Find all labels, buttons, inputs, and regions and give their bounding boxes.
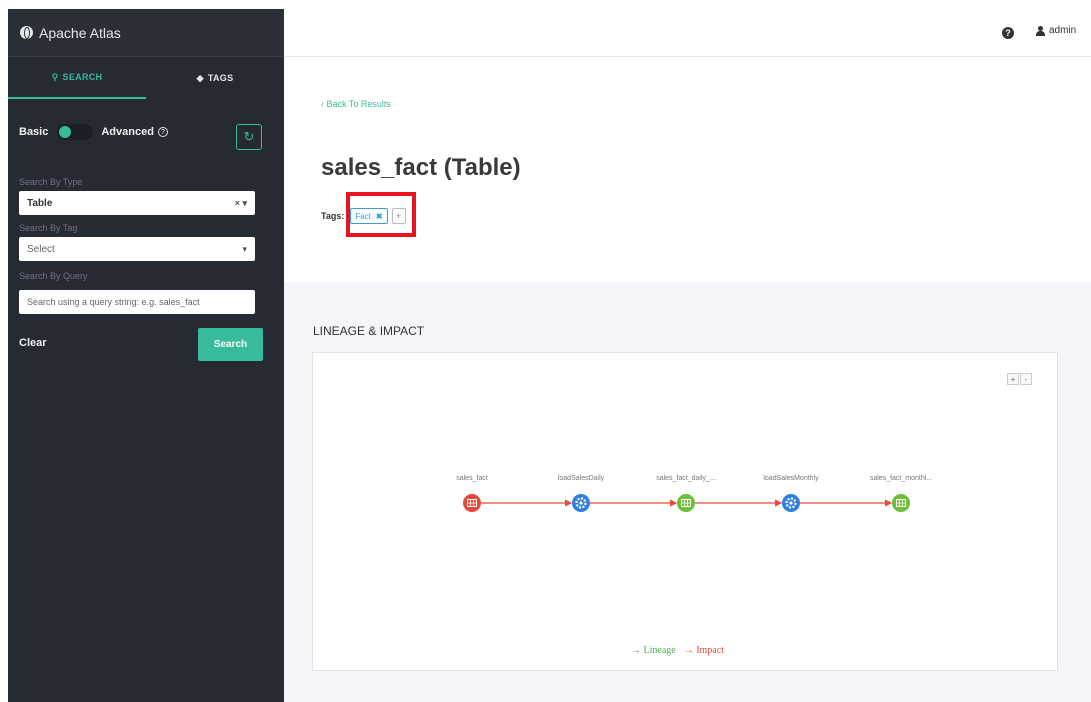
lineage-node-label: sales_fact_daily_... [656, 475, 716, 482]
lineage-title: LINEAGE & IMPACT [313, 324, 425, 338]
clear-button[interactable]: Clear [19, 337, 47, 349]
lineage-node-table[interactable]: sales_fact [456, 475, 488, 512]
search-button[interactable]: Search [198, 328, 263, 361]
lineage-node-label: sales_fact [456, 475, 488, 482]
query-input[interactable]: Search using a query string: e.g. sales_… [19, 290, 255, 314]
tag-icon: ◆ [196, 72, 204, 83]
lineage-legend: → Lineage → Impact [631, 645, 724, 656]
tab-tags-label: TAGS [207, 73, 234, 83]
lineage-node-process[interactable]: loadSalesDaily [558, 475, 605, 512]
tag-select[interactable]: Select ▾ [19, 237, 255, 261]
tag-select-placeholder: Select [27, 243, 55, 255]
tab-search-label: SEARCH [62, 72, 103, 82]
search-mode: Basic Advanced ? [19, 120, 269, 144]
lineage-node-label: loadSalesMonthly [763, 475, 819, 482]
search-by-query-label: Search By Query [19, 271, 88, 281]
tab-tags[interactable]: ◆ TAGS [146, 57, 284, 99]
back-to-results-link[interactable]: ‹ Back To Results [321, 99, 391, 109]
page-title: sales_fact (Table) [321, 154, 521, 181]
help-icon[interactable]: ? [157, 127, 168, 137]
lineage-panel: + - sales_fact loadSalesDaily sales_fact_d… [312, 352, 1058, 671]
chevron-down-icon: ▾ [242, 243, 247, 254]
toggle-knob [59, 126, 72, 138]
user-menu[interactable]: admin [1036, 25, 1076, 36]
lineage-node-label: sales_fact_monthl... [870, 475, 932, 482]
brand[interactable]: Apache Atlas [8, 9, 284, 57]
help-icon[interactable]: ? [1002, 27, 1014, 39]
refresh-icon: ↻ [243, 129, 255, 144]
legend-lineage: → Lineage [631, 645, 676, 656]
search-by-type-label: Search By Type [19, 177, 83, 187]
lineage-node-table[interactable]: sales_fact_monthl... [870, 475, 932, 512]
mode-toggle[interactable] [57, 124, 94, 140]
user-name: admin [1049, 25, 1077, 36]
lineage-node-label: loadSalesDaily [558, 475, 605, 482]
atlas-app: Apache Atlas ⚲ SEARCH ◆ TAGS Basic Advan… [0, 0, 1091, 702]
query-input-placeholder: Search using a query string: e.g. sales_… [27, 297, 200, 307]
lineage-graph: sales_fact loadSalesDaily sales_fact_daily… [456, 475, 932, 512]
type-select[interactable]: Table × ▾ [19, 191, 255, 215]
basic-label: Basic [19, 126, 49, 138]
top-header: ? admin [284, 9, 1091, 57]
globe-icon [20, 26, 33, 39]
legend-impact: → Impact [683, 645, 724, 656]
lineage-node-table[interactable]: sales_fact_daily_... [656, 475, 716, 512]
search-icon: ⚲ [51, 71, 59, 82]
type-select-controls[interactable]: × ▾ [235, 198, 247, 209]
lineage-node-process[interactable]: loadSalesMonthly [763, 475, 819, 512]
type-select-value: Table [27, 197, 53, 209]
advanced-label: Advanced [101, 126, 154, 138]
refresh-button[interactable]: ↻ [236, 124, 262, 150]
user-icon [1036, 25, 1045, 36]
app-title: Apache Atlas [39, 24, 121, 41]
sidebar-tabs: ⚲ SEARCH ◆ TAGS [8, 57, 284, 99]
highlight-box [346, 192, 416, 237]
sidebar: Apache Atlas ⚲ SEARCH ◆ TAGS Basic Advan… [8, 9, 284, 702]
tags-label: Tags: [321, 211, 345, 221]
search-by-tag-label: Search By Tag [19, 223, 78, 233]
tab-search[interactable]: ⚲ SEARCH [8, 57, 146, 99]
